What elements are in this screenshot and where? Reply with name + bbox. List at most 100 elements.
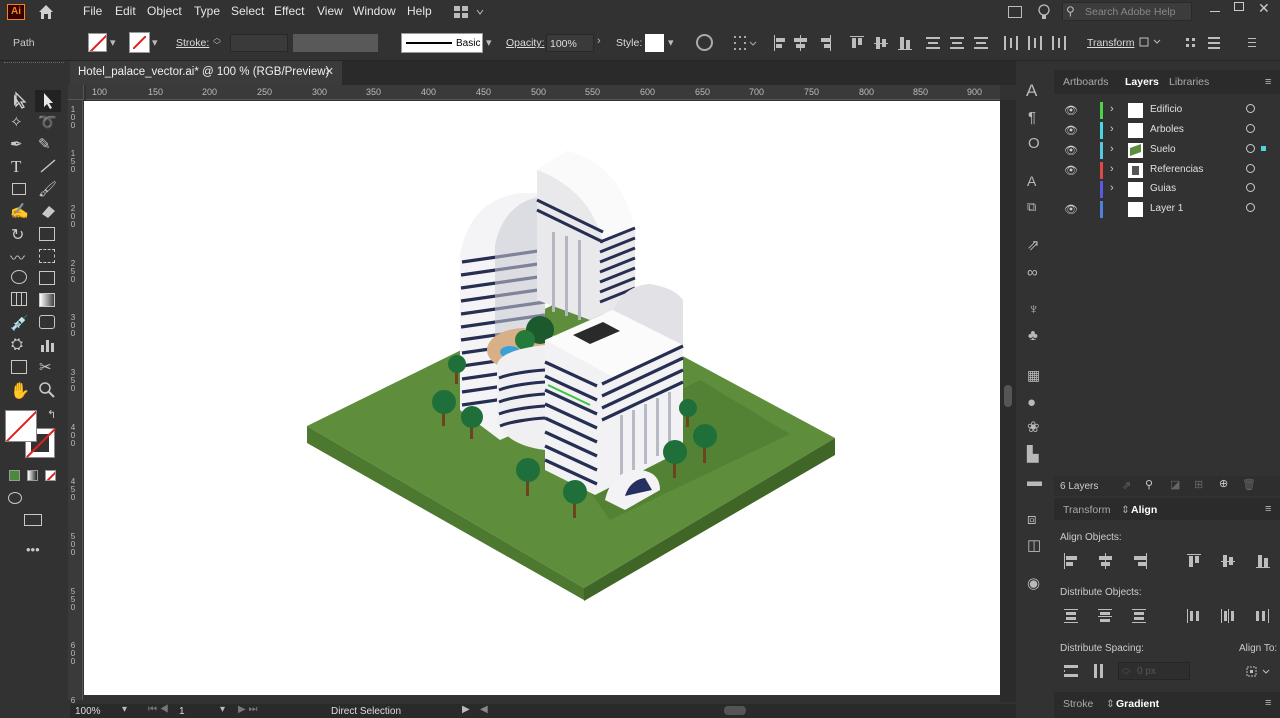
layer-row-layer-1[interactable]: 👁 Layer 1 bbox=[1056, 200, 1278, 219]
artboards-panel-icon[interactable]: ▬ bbox=[1027, 474, 1042, 489]
slice-tool[interactable]: ✂ bbox=[39, 358, 52, 376]
locate-object-icon[interactable]: ⚲ bbox=[1145, 478, 1153, 491]
minimize-button[interactable] bbox=[1210, 2, 1220, 12]
transform-options-icon[interactable] bbox=[1138, 34, 1258, 52]
recolor-artwork-icon[interactable] bbox=[696, 34, 713, 51]
menu-help[interactable]: Help bbox=[407, 4, 432, 18]
draw-mode-icon[interactable] bbox=[8, 492, 22, 504]
artboard[interactable] bbox=[84, 101, 1000, 695]
target-circle-icon[interactable] bbox=[1246, 104, 1255, 113]
selected-art-indicator[interactable] bbox=[1261, 146, 1266, 151]
layer-row-suelo[interactable]: 👁 › Suelo bbox=[1056, 141, 1278, 160]
gradient-tool[interactable] bbox=[39, 293, 55, 307]
expand-arrow-icon[interactable]: › bbox=[1110, 103, 1114, 115]
align-to-selector[interactable] bbox=[1245, 662, 1275, 682]
menu-edit[interactable]: Edit bbox=[115, 4, 136, 18]
opacity-input[interactable]: 100% bbox=[546, 34, 594, 52]
tab-stroke[interactable]: Stroke bbox=[1063, 698, 1093, 710]
layer-row-guias[interactable]: › Guias bbox=[1056, 180, 1278, 199]
zoom-dropdown-icon[interactable]: ▾ bbox=[122, 704, 127, 715]
distribute-spacing-buttons[interactable] bbox=[1062, 662, 1114, 680]
warp-tool[interactable]: 〰 bbox=[10, 247, 25, 268]
align-grid-icon[interactable] bbox=[733, 34, 757, 52]
mesh-tool[interactable] bbox=[11, 292, 27, 306]
artboard-dropdown-icon[interactable]: ▾ bbox=[220, 704, 225, 715]
paintbrush-tool[interactable]: 🖌 bbox=[38, 180, 57, 198]
visibility-eye-icon[interactable]: 👁 bbox=[1064, 203, 1078, 216]
zoom-level[interactable]: 100% bbox=[75, 706, 101, 717]
line-segment-tool[interactable] bbox=[39, 158, 57, 174]
home-icon[interactable] bbox=[37, 3, 55, 21]
tab-layers[interactable]: Layers bbox=[1125, 76, 1159, 88]
appearance-panel-icon[interactable]: ◉ bbox=[1027, 576, 1040, 591]
visibility-eye-icon[interactable]: 👁 bbox=[1064, 104, 1078, 117]
opacity-arrow-icon[interactable]: › bbox=[597, 35, 601, 47]
collect-export-icon[interactable]: ⇗ bbox=[1122, 479, 1131, 492]
symbol-sprayer-tool[interactable]: ⛭ bbox=[11, 336, 23, 353]
status-menu-icon[interactable]: ▶ bbox=[462, 704, 470, 715]
style-dropdown-icon[interactable]: ▾ bbox=[668, 36, 674, 49]
character-panel-icon[interactable]: A bbox=[1026, 82, 1037, 99]
paragraph-panel-icon[interactable]: ¶ bbox=[1028, 110, 1036, 125]
menu-window[interactable]: Window bbox=[353, 4, 396, 18]
character-styles-icon[interactable]: A bbox=[1027, 174, 1036, 188]
search-field[interactable]: ⚲ Search Adobe Help bbox=[1062, 2, 1192, 21]
perspective-grid-tool[interactable] bbox=[39, 271, 55, 285]
spacing-value-input[interactable]: ︿ ﹀ 0 px bbox=[1118, 662, 1190, 680]
tab-artboards[interactable]: Artboards bbox=[1063, 76, 1109, 88]
delete-layer-icon[interactable]: 🗑 bbox=[1242, 478, 1256, 491]
direct-selection-tool[interactable] bbox=[35, 90, 61, 112]
type-tool[interactable]: T bbox=[11, 157, 21, 177]
edit-toolbar-icon[interactable]: ••• bbox=[26, 542, 40, 557]
layer-row-edificio[interactable]: 👁 › Edificio bbox=[1056, 101, 1278, 120]
horizontal-scroll-left[interactable]: ◀ bbox=[480, 704, 488, 715]
layer-name[interactable]: Edificio bbox=[1150, 104, 1182, 115]
stroke-dropdown-icon[interactable]: ▾ bbox=[152, 36, 158, 49]
color-panel-icon[interactable]: ● bbox=[1027, 395, 1036, 410]
free-transform-tool[interactable] bbox=[39, 249, 55, 263]
stroke-label[interactable]: Stroke: bbox=[176, 37, 209, 49]
curvature-tool[interactable]: ✎ bbox=[38, 135, 51, 153]
variable-width-profile[interactable] bbox=[293, 34, 378, 52]
restore-button[interactable] bbox=[1234, 2, 1244, 11]
menu-file[interactable]: File bbox=[83, 4, 102, 18]
layer-row-arboles[interactable]: 👁 › Arboles bbox=[1056, 121, 1278, 140]
gradient-mode-button[interactable] bbox=[27, 470, 38, 481]
column-graph-tool[interactable] bbox=[39, 337, 57, 353]
menu-type[interactable]: Type bbox=[194, 4, 220, 18]
lightbulb-icon[interactable] bbox=[1037, 3, 1051, 21]
workspace-switcher-icon[interactable] bbox=[453, 5, 487, 19]
spacing-stepper-icon[interactable]: ︿ ﹀ bbox=[1122, 664, 1130, 680]
layer-row-referencias[interactable]: 👁 › Referencias bbox=[1056, 161, 1278, 180]
artboard-nav-next[interactable]: ▶ ⏭ bbox=[238, 704, 257, 715]
panel-toggle-icon[interactable] bbox=[1008, 6, 1022, 18]
close-window-button[interactable]: ✕ bbox=[1258, 0, 1270, 17]
stroke-weight-stepper[interactable]: ︿ ﹀ bbox=[213, 34, 229, 52]
artboard-number[interactable]: 1 bbox=[179, 706, 185, 717]
hand-tool[interactable]: ✋ bbox=[10, 381, 30, 401]
brush-dropdown-icon[interactable]: ▾ bbox=[486, 36, 492, 49]
expand-arrow-icon[interactable]: › bbox=[1110, 123, 1114, 135]
new-layer-icon[interactable]: ⊕ bbox=[1219, 477, 1228, 490]
visibility-eye-icon[interactable]: 👁 bbox=[1064, 144, 1078, 157]
menu-effect[interactable]: Effect bbox=[274, 4, 304, 18]
eyedropper-tool[interactable]: 💉 bbox=[10, 314, 29, 332]
document-tab[interactable]: Hotel_palace_vector.ai* @ 100 % (RGB/Pre… bbox=[70, 61, 342, 85]
blend-tool[interactable] bbox=[39, 315, 55, 329]
artboard-nav-first[interactable]: ⏮ ◀ bbox=[148, 704, 169, 715]
expand-arrow-icon[interactable]: › bbox=[1110, 163, 1114, 175]
fill-swatch[interactable] bbox=[88, 33, 107, 52]
target-circle-icon[interactable] bbox=[1246, 124, 1255, 133]
links-panel-icon[interactable]: ∞ bbox=[1027, 265, 1038, 280]
layer-name[interactable]: Referencias bbox=[1150, 164, 1203, 175]
menu-object[interactable]: Object bbox=[147, 4, 182, 18]
swap-fill-stroke-icon[interactable]: ↰ bbox=[47, 408, 56, 421]
distribute-objects-buttons[interactable] bbox=[1062, 607, 1274, 625]
align-objects-buttons[interactable] bbox=[1062, 552, 1274, 570]
artboard-tool[interactable] bbox=[11, 360, 27, 374]
shape-builder-tool[interactable] bbox=[11, 270, 27, 284]
libraries-panel-icon[interactable]: ▙ bbox=[1027, 447, 1039, 462]
export-panel-icon[interactable]: ⇗ bbox=[1027, 238, 1040, 253]
pathfinder-panel-icon[interactable]: ⧈ bbox=[1027, 512, 1037, 527]
scroll-thumb[interactable] bbox=[1004, 385, 1012, 407]
